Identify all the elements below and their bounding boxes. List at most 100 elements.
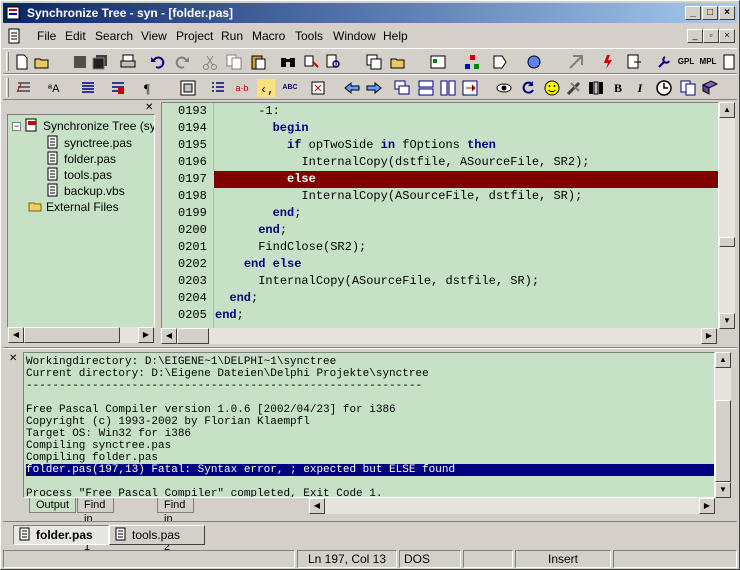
output-line[interactable]: Free Pascal Compiler version 1.0.6 [2002…: [26, 404, 714, 416]
step-icon[interactable]: [525, 53, 543, 71]
tools-icon[interactable]: [565, 79, 583, 97]
smiley-icon[interactable]: [543, 79, 561, 97]
stop-icon[interactable]: [71, 53, 89, 71]
document-icon[interactable]: [7, 28, 23, 44]
scroll-thumb[interactable]: [24, 327, 120, 343]
tree-file-item[interactable]: tools.pas: [46, 167, 112, 183]
eye-icon[interactable]: [495, 79, 513, 97]
scroll-down-button[interactable]: ▼: [719, 313, 735, 329]
clock-icon[interactable]: [655, 79, 673, 97]
menu-macro[interactable]: Macro: [252, 29, 285, 43]
tree-file-item[interactable]: backup.vbs: [46, 183, 125, 199]
splitter[interactable]: [3, 347, 737, 349]
replace-icon[interactable]: [303, 53, 321, 71]
scroll-up-button[interactable]: ▲: [715, 352, 731, 368]
indent-icon[interactable]: [15, 79, 33, 97]
list-icon[interactable]: [209, 79, 227, 97]
scroll-thumb[interactable]: [719, 237, 735, 247]
doc-tab-tools-pas[interactable]: tools.pas: [109, 525, 205, 545]
scroll-left-button[interactable]: ◀: [161, 328, 177, 344]
debug-icon[interactable]: [567, 53, 585, 71]
find-icon[interactable]: [279, 53, 297, 71]
back-icon[interactable]: [343, 79, 361, 97]
document-help-icon[interactable]: [721, 53, 739, 71]
code-line[interactable]: 0194 begin: [162, 120, 718, 137]
output-vscrollbar[interactable]: ▲ ▼: [715, 352, 731, 498]
menu-project[interactable]: Project: [176, 29, 213, 43]
bookmark-red-icon[interactable]: [599, 53, 617, 71]
align-icon[interactable]: [79, 79, 97, 97]
mdi-restore-button[interactable]: ▫: [703, 29, 719, 43]
error-line[interactable]: 0197 else: [162, 171, 718, 188]
title-bar[interactable]: Synchronize Tree - syn - [folder.pas] _ …: [3, 3, 737, 23]
code-line[interactable]: 0195 if opTwoSide in fOptions then: [162, 137, 718, 154]
output-line[interactable]: Target OS: Win32 for i386: [26, 428, 714, 440]
output-line[interactable]: Compiling synctree.pas: [26, 440, 714, 452]
output-line[interactable]: [26, 476, 714, 488]
find-next-icon[interactable]: [325, 53, 343, 71]
tab-find-in-files-2[interactable]: Find in Files 2: [157, 498, 195, 553]
bracket-icon[interactable]: ‹,: [257, 79, 275, 97]
font-icon[interactable]: [587, 79, 605, 97]
code-line[interactable]: 0198 InternalCopy(ASourceFile, dstfile, …: [162, 188, 718, 205]
copy-icon[interactable]: [225, 53, 243, 71]
italic-icon[interactable]: I: [631, 79, 649, 97]
save-all-icon[interactable]: [91, 53, 109, 71]
mdi-minimize-button[interactable]: _: [687, 29, 703, 43]
tree-root[interactable]: − Synchronize Tree (syn: [12, 118, 154, 134]
undo-icon[interactable]: [149, 53, 167, 71]
output-line[interactable]: Copyright (c) 1993-2002 by Florian Klaem…: [26, 416, 714, 428]
output-error-line[interactable]: folder.pas(197,13) Fatal: Syntax error, …: [26, 464, 714, 476]
code-line[interactable]: 0202 end else: [162, 256, 718, 273]
settings-icon[interactable]: [429, 53, 447, 71]
frame-icon[interactable]: [179, 79, 197, 97]
mpl-icon[interactable]: MPL: [699, 53, 717, 71]
menu-help[interactable]: Help: [383, 29, 408, 43]
scroll-right-button[interactable]: ▶: [701, 328, 717, 344]
output-line[interactable]: ----------------------------------------…: [26, 380, 714, 392]
book-icon[interactable]: [701, 79, 719, 97]
forward-icon[interactable]: [365, 79, 383, 97]
close-icon[interactable]: ✕: [9, 353, 17, 364]
gpl-icon[interactable]: GPL: [677, 53, 695, 71]
editor-hscrollbar[interactable]: ◀ ▶: [161, 328, 717, 344]
format-icon[interactable]: [109, 79, 127, 97]
output-hscrollbar[interactable]: ◀ ▶: [309, 498, 715, 514]
open-file-icon[interactable]: [33, 53, 51, 71]
output-line[interactable]: [26, 392, 714, 404]
bold-icon[interactable]: B: [609, 79, 627, 97]
code-line[interactable]: 0205 end;: [162, 307, 718, 324]
toolbar-grip[interactable]: [6, 52, 9, 71]
project-tree-icon[interactable]: [365, 53, 383, 71]
tree-file-item[interactable]: folder.pas: [46, 151, 116, 167]
close-icon[interactable]: ✕: [145, 102, 153, 113]
window-icon[interactable]: [461, 79, 479, 97]
doc-tab-folder-pas[interactable]: folder.pas: [13, 525, 109, 545]
code-line[interactable]: 0196 InternalCopy(dstfile, ASourceFile, …: [162, 154, 718, 171]
scroll-up-button[interactable]: ▲: [719, 102, 735, 118]
cut-icon[interactable]: [201, 53, 219, 71]
code-editor[interactable]: 0193 -1: 0194 begin 0195 if opTwoSide in f…: [161, 102, 719, 329]
menu-view[interactable]: View: [141, 29, 167, 43]
tab-output[interactable]: Output: [29, 498, 77, 513]
menu-window[interactable]: Window: [333, 29, 376, 43]
open-project-icon[interactable]: [389, 53, 407, 71]
output-line[interactable]: Current directory: D:\Eigene Dateien\Del…: [26, 368, 714, 380]
menu-search[interactable]: Search: [95, 29, 133, 43]
copy-doc-icon[interactable]: [679, 79, 697, 97]
code-line[interactable]: 0204 end;: [162, 290, 718, 307]
code-line[interactable]: 0203 InternalCopy(ASourceFile, dstfile, …: [162, 273, 718, 290]
code-line[interactable]: 0193 -1:: [162, 103, 718, 120]
scroll-left-button[interactable]: ◀: [8, 327, 24, 343]
menu-tools[interactable]: Tools: [295, 29, 323, 43]
tab-find-in-files-1[interactable]: Find in Files 1: [77, 498, 115, 553]
output-line[interactable]: Workingdirectory: D:\EIGENE~1\DELPHI~1\s…: [26, 356, 714, 368]
cascade-icon[interactable]: [393, 79, 411, 97]
scroll-thumb[interactable]: [177, 328, 209, 344]
wrench-icon[interactable]: [655, 53, 673, 71]
output-line[interactable]: Compiling folder.pas: [26, 452, 714, 464]
macro-icon[interactable]: [309, 79, 327, 97]
spellcheck-icon[interactable]: ABC: [281, 79, 299, 97]
scroll-left-button[interactable]: ◀: [309, 498, 325, 514]
scroll-down-button[interactable]: ▼: [715, 482, 731, 498]
